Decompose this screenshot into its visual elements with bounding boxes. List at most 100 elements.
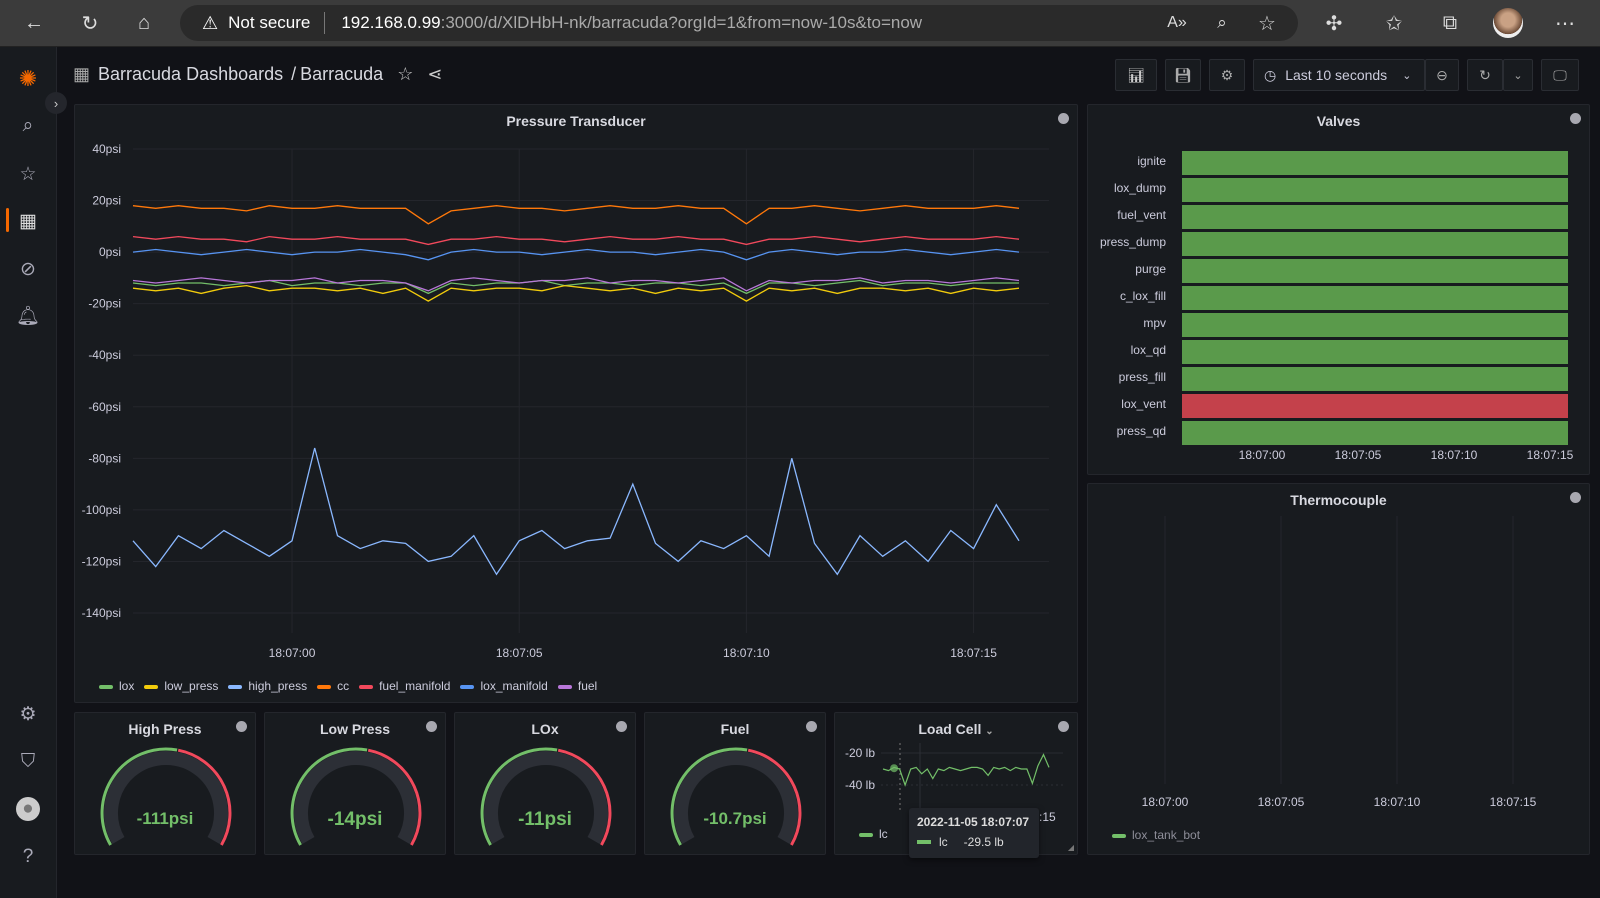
valve-state-bar-lox_vent [1182, 394, 1568, 418]
chart-legend: lox_tank_bot [1112, 828, 1200, 842]
valve-label: press_fill [1119, 370, 1166, 384]
series-line-lox_manifold [132, 248, 1020, 261]
valve-state-bar-press_dump [1182, 232, 1568, 256]
gauge-value: -14psi [327, 809, 383, 830]
dashboards-grid-icon: ▦ [73, 64, 91, 84]
collections-icon[interactable]: ⧉ [1438, 11, 1462, 35]
save-dashboard-button[interactable]: 💾︎ [1165, 59, 1201, 91]
legend-item-high_press[interactable]: high_press [228, 679, 307, 693]
help-icon[interactable]: ? [16, 845, 40, 869]
legend-label: lox_manifold [480, 679, 548, 693]
favorites-icon[interactable]: ✩ [1382, 11, 1406, 35]
legend-item-lox_manifold[interactable]: lox_manifold [460, 679, 548, 693]
valve-state-bar-purge [1182, 259, 1568, 283]
breadcrumb-folder[interactable]: Barracuda Dashboards [98, 64, 283, 85]
y-tick-label: 20psi [92, 194, 121, 208]
add-panel-button[interactable]: 📊︎ [1115, 59, 1157, 91]
x-tick-label: 18:07:00 [269, 646, 316, 660]
resize-handle[interactable]: ◢ [1068, 843, 1074, 852]
active-indicator [6, 208, 9, 232]
gauge-value: -11psi [518, 809, 572, 830]
legend-item[interactable]: lox_tank_bot [1112, 828, 1200, 842]
gauge-arc [670, 747, 802, 846]
home-icon[interactable]: ⌂ [132, 11, 156, 35]
profile-avatar[interactable] [1493, 8, 1523, 38]
grafana-logo-icon[interactable]: ✺ [16, 66, 40, 91]
x-tick-label: 18:07:00 [1239, 448, 1286, 462]
dashboard-nav: ▦ Barracuda Dashboards / Barracuda ☆ ⋖ 📊︎… [57, 47, 1600, 103]
time-picker[interactable]: ◷ Last 10 seconds ⌄ [1253, 59, 1425, 91]
legend-item-low_press[interactable]: low_press [144, 679, 218, 693]
legend-item[interactable]: lc [859, 827, 888, 841]
chevron-down-icon: ⌄ [1513, 69, 1523, 82]
sidebar: ✺ ⌕ ☆ ▦ ⊘ 🔔︎ ⚙ ⛉ ● ? [0, 47, 57, 898]
security-label[interactable]: Not secure [228, 13, 310, 33]
gauge-value: -10.7psi [703, 809, 767, 828]
x-tick-label: 18:07:05 [1335, 448, 1382, 462]
x-tick-label: 18:07:10 [1374, 795, 1421, 809]
tooltip-time: 2022-11-05 18:07:07 [917, 815, 1030, 829]
hover-point [890, 764, 899, 773]
y-tick-label: -60psi [88, 400, 121, 414]
settings-button[interactable]: ⚙ [1209, 59, 1245, 91]
valve-label: c_lox_fill [1120, 289, 1166, 303]
chart-legend: lox low_press high_press cc fuel_manifold lox… [99, 679, 597, 693]
y-tick-label: -40psi [88, 348, 121, 362]
x-tick-label: 18:07:05 [1258, 795, 1305, 809]
tooltip-value: -29.5 lb [963, 835, 1004, 849]
browser-toolbar: ← ↻ ⌂ ⚠ Not secure 192.168.0.99:3000/d/X… [0, 0, 1600, 47]
search-icon[interactable]: ⌕ [16, 114, 40, 138]
more-icon[interactable]: ⋯ [1553, 11, 1577, 35]
star-icon[interactable]: ☆ [16, 162, 40, 186]
x-tick-label: 18:07:10 [1431, 448, 1478, 462]
monitor-icon: 🖵︎ [1553, 66, 1567, 83]
x-tick-label: 18:07:15 [1527, 448, 1574, 462]
alerting-bell-icon[interactable]: 🔔︎ [16, 304, 40, 328]
gauge-panel: LOx -11psi [454, 712, 636, 855]
legend-item-cc[interactable]: cc [317, 679, 349, 693]
shield-icon[interactable]: ⛉ [16, 750, 40, 774]
valve-state-bar-press_fill [1182, 367, 1568, 391]
breadcrumb: ▦ Barracuda Dashboards / Barracuda ☆ ⋖ [73, 64, 442, 85]
reload-icon[interactable]: ↻ [78, 11, 102, 35]
valve-label: press_qd [1117, 424, 1166, 438]
refresh-button[interactable]: ↻ [1467, 59, 1503, 91]
legend-item-lox[interactable]: lox [99, 679, 134, 693]
x-tick-label: :15 [1039, 810, 1056, 824]
back-icon[interactable]: ← [22, 11, 46, 35]
extensions-icon[interactable]: ✣ [1322, 11, 1346, 35]
y-tick-label: -140psi [82, 606, 121, 620]
breadcrumb-separator: / [291, 64, 297, 84]
gear-icon[interactable]: ⚙ [16, 702, 40, 726]
valve-label: fuel_vent [1117, 208, 1166, 222]
y-tick-label: -40 lb [845, 778, 875, 792]
valve-state-bar-c_lox_fill [1182, 286, 1568, 310]
address-bar[interactable]: ⚠ Not secure 192.168.0.99:3000/d/XlDHbH-… [180, 5, 1298, 41]
user-avatar[interactable]: ● [16, 797, 40, 821]
dashboards-icon[interactable]: ▦ [16, 209, 40, 233]
read-aloud-icon[interactable]: A» [1165, 11, 1189, 35]
favorite-add-icon[interactable]: ☆ [1255, 11, 1279, 35]
dashboard-title[interactable]: Barracuda [300, 64, 383, 85]
tv-mode-button[interactable]: 🖵︎ [1541, 59, 1579, 91]
refresh-icon: ↻ [1479, 66, 1491, 83]
x-tick-label: 18:07:15 [950, 646, 997, 660]
share-icon[interactable]: ⋖ [427, 64, 442, 85]
expand-sidebar-button[interactable]: › [45, 92, 67, 114]
legend-item-fuel[interactable]: fuel [557, 679, 597, 693]
explore-icon[interactable]: ⊘ [16, 257, 40, 281]
y-tick-label: 0psi [99, 245, 121, 259]
chevron-down-icon: ⌄ [1402, 69, 1412, 82]
series-line-high_press [132, 447, 1020, 576]
refresh-interval-dropdown[interactable]: ⌄ [1503, 59, 1533, 91]
valve-state-bar-press_qd [1182, 421, 1568, 445]
chart-tooltip: 2022-11-05 18:07:07 lc -29.5 lb [909, 808, 1039, 858]
x-tick-label: 18:07:15 [1490, 795, 1537, 809]
zoom-icon[interactable]: ⌕ [1210, 11, 1234, 35]
save-icon: 💾︎ [1174, 66, 1192, 83]
y-tick-label: 40psi [92, 142, 121, 156]
star-icon[interactable]: ☆ [397, 64, 413, 85]
zoom-out-button[interactable]: ⊖ [1425, 59, 1459, 91]
divider [324, 12, 326, 34]
legend-item-fuel_manifold[interactable]: fuel_manifold [359, 679, 450, 693]
